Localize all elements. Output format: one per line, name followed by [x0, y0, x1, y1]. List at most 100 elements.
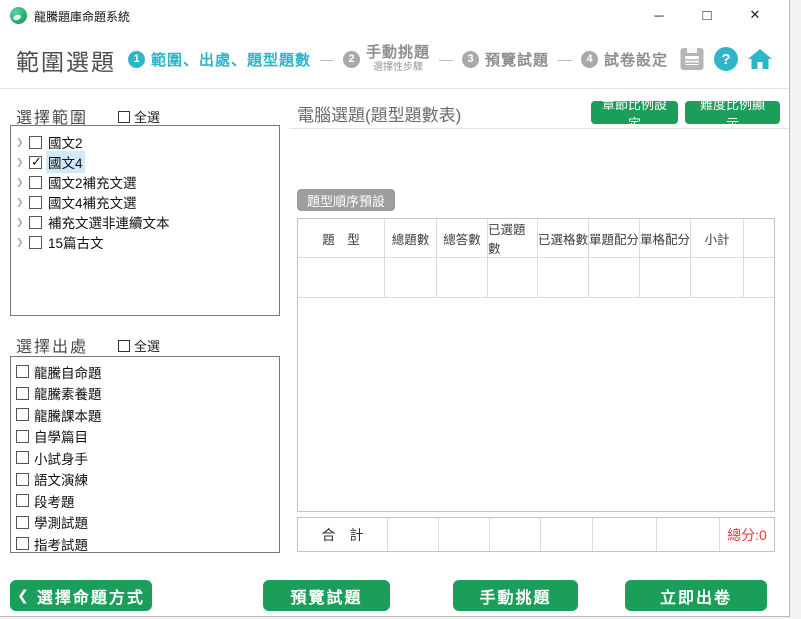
expand-chevron-icon[interactable]: ❯ — [16, 137, 25, 148]
window-controls: ─ □ ✕ — [635, 2, 779, 28]
table-cell — [538, 258, 589, 297]
source-checkbox[interactable] — [16, 516, 29, 529]
source-item-label: 段考題 — [34, 491, 75, 511]
summary-total-label: 合 計 — [298, 518, 388, 551]
table-cell — [691, 258, 744, 297]
tree-item-label[interactable]: 國文2 — [46, 131, 85, 153]
expand-chevron-icon[interactable]: ❯ — [16, 237, 25, 248]
question-type-table: 題 型 總題數 總答數 已選題數 已選格數 單題配分 單格配分 小計 — [297, 218, 775, 512]
step-4-number: 4 — [581, 51, 598, 68]
header-icons: ? — [679, 30, 773, 88]
app-title: 龍騰題庫命題系統 — [34, 8, 130, 25]
app-window: 龍騰題庫命題系統 ─ □ ✕ 範圍選題 1 範圍、出處、題型題數 — 2 手動挑… — [0, 0, 790, 617]
source-item[interactable]: 龍騰自命題 — [11, 361, 279, 383]
tree-item-label[interactable]: 15篇古文 — [46, 231, 106, 253]
source-checkbox[interactable] — [16, 430, 29, 443]
source-item[interactable]: 段考題 — [11, 490, 279, 512]
step-2-number: 2 — [343, 51, 360, 68]
column-header: 題 型 — [298, 219, 385, 257]
summary-row: 合 計 總分: 0 — [297, 517, 775, 552]
home-icon[interactable] — [747, 47, 773, 71]
step-1-number: 1 — [128, 51, 145, 68]
tree-checkbox[interactable] — [29, 136, 42, 149]
source-item[interactable]: 學測試題 — [11, 512, 279, 534]
tree-item-noncontinuous-text[interactable]: ❯ 補充文選非連續文本 — [11, 212, 279, 232]
step-1-range[interactable]: 1 範圍、出處、題型題數 — [128, 49, 311, 70]
range-select-all-checkbox[interactable] — [118, 111, 130, 123]
source-item[interactable]: 小試身手 — [11, 447, 279, 469]
source-checkbox[interactable] — [16, 473, 29, 486]
page-title: 範圍選題 — [16, 43, 116, 77]
source-item[interactable]: 龍騰素養題 — [11, 383, 279, 405]
source-checkbox[interactable] — [16, 451, 29, 464]
source-item-label: 學測試題 — [34, 512, 88, 532]
tree-item-label[interactable]: 國文4 — [46, 151, 85, 173]
close-icon[interactable]: ✕ — [731, 2, 779, 28]
question-type-preset-button[interactable]: 題型順序預設 — [297, 189, 395, 211]
range-select-all-label: 全選 — [134, 107, 160, 126]
tree-checkbox[interactable] — [29, 216, 42, 229]
help-icon[interactable]: ? — [714, 47, 738, 71]
preview-questions-button[interactable]: 預覽試題 — [263, 580, 390, 611]
chevron-left-icon: ❮ — [17, 587, 31, 604]
tree-checkbox[interactable] — [29, 156, 42, 169]
step-4-label: 試卷設定 — [604, 49, 668, 70]
minimize-icon[interactable]: ─ — [635, 2, 683, 28]
tree-item-guowen2[interactable]: ❯ 國文2 — [11, 132, 279, 152]
step-4-paper-settings[interactable]: 4 試卷設定 — [581, 49, 668, 70]
table-header-row: 題 型 總題數 總答數 已選題數 已選格數 單題配分 單格配分 小計 — [298, 219, 774, 258]
step-3-preview[interactable]: 3 預覽試題 — [462, 49, 549, 70]
tree-checkbox[interactable] — [29, 196, 42, 209]
table-cell — [640, 258, 691, 297]
chapter-ratio-button[interactable]: 章節比例設定 — [591, 101, 678, 124]
page-header: 範圍選題 1 範圍、出處、題型題數 — 2 手動挑題 選擇性步驟 — 3 預覽試… — [0, 30, 789, 89]
total-score: 總分: 0 — [720, 518, 774, 551]
table-cell — [589, 258, 640, 297]
table-cell — [744, 258, 774, 297]
column-header — [744, 219, 774, 257]
step-indicator: 1 範圍、出處、題型題數 — 2 手動挑題 選擇性步驟 — 3 預覽試題 — 4… — [128, 30, 668, 88]
source-item[interactable]: 自學篇目 — [11, 426, 279, 448]
tree-item-guowen2-supplement[interactable]: ❯ 國文2補充文選 — [11, 172, 279, 192]
save-icon[interactable] — [679, 47, 705, 71]
total-score-label: 總分: — [727, 525, 759, 545]
table-row — [298, 258, 774, 298]
source-item[interactable]: 指考試題 — [11, 533, 279, 553]
tree-item-label[interactable]: 國文2補充文選 — [46, 171, 139, 193]
tree-item-guowen4[interactable]: ❯ 國文4 — [11, 152, 279, 172]
back-to-mode-button[interactable]: ❮ 選擇命題方式 — [10, 580, 152, 611]
table-cell — [488, 258, 538, 297]
tree-item-15-classics[interactable]: ❯ 15篇古文 — [11, 232, 279, 252]
source-checkbox[interactable] — [16, 365, 29, 378]
source-item[interactable]: 龍騰課本題 — [11, 404, 279, 426]
source-checkbox[interactable] — [16, 387, 29, 400]
tree-checkbox[interactable] — [29, 236, 42, 249]
generate-paper-button[interactable]: 立即出卷 — [625, 580, 767, 611]
source-panel-title: 選擇出處 — [16, 333, 88, 357]
expand-chevron-icon[interactable]: ❯ — [16, 197, 25, 208]
manual-pick-button[interactable]: 手動挑題 — [453, 580, 578, 611]
summary-cell — [541, 518, 593, 551]
source-item[interactable]: 語文演練 — [11, 469, 279, 491]
panel-divider — [290, 128, 789, 129]
source-checkbox[interactable] — [16, 494, 29, 507]
tree-checkbox[interactable] — [29, 176, 42, 189]
column-header: 單格配分 — [640, 219, 691, 257]
source-select-all-checkbox[interactable] — [118, 340, 130, 352]
source-checkbox[interactable] — [16, 537, 29, 550]
step-2-manual-pick[interactable]: 2 手動挑題 選擇性步驟 — [343, 45, 430, 73]
expand-chevron-icon[interactable]: ❯ — [16, 157, 25, 168]
table-cell — [385, 258, 437, 297]
source-select-all[interactable]: 全選 — [118, 336, 160, 355]
difficulty-ratio-button[interactable]: 難度比例顯示 — [685, 101, 780, 124]
expand-chevron-icon[interactable]: ❯ — [16, 177, 25, 188]
step-2-label: 手動挑題 — [366, 45, 430, 62]
tree-item-guowen4-supplement[interactable]: ❯ 國文4補充文選 — [11, 192, 279, 212]
summary-cell — [593, 518, 657, 551]
range-select-all[interactable]: 全選 — [118, 107, 160, 126]
source-checkbox[interactable] — [16, 408, 29, 421]
tree-item-label[interactable]: 補充文選非連續文本 — [46, 211, 172, 233]
tree-item-label[interactable]: 國文4補充文選 — [46, 191, 139, 213]
expand-chevron-icon[interactable]: ❯ — [16, 217, 25, 228]
maximize-icon[interactable]: □ — [683, 2, 731, 28]
